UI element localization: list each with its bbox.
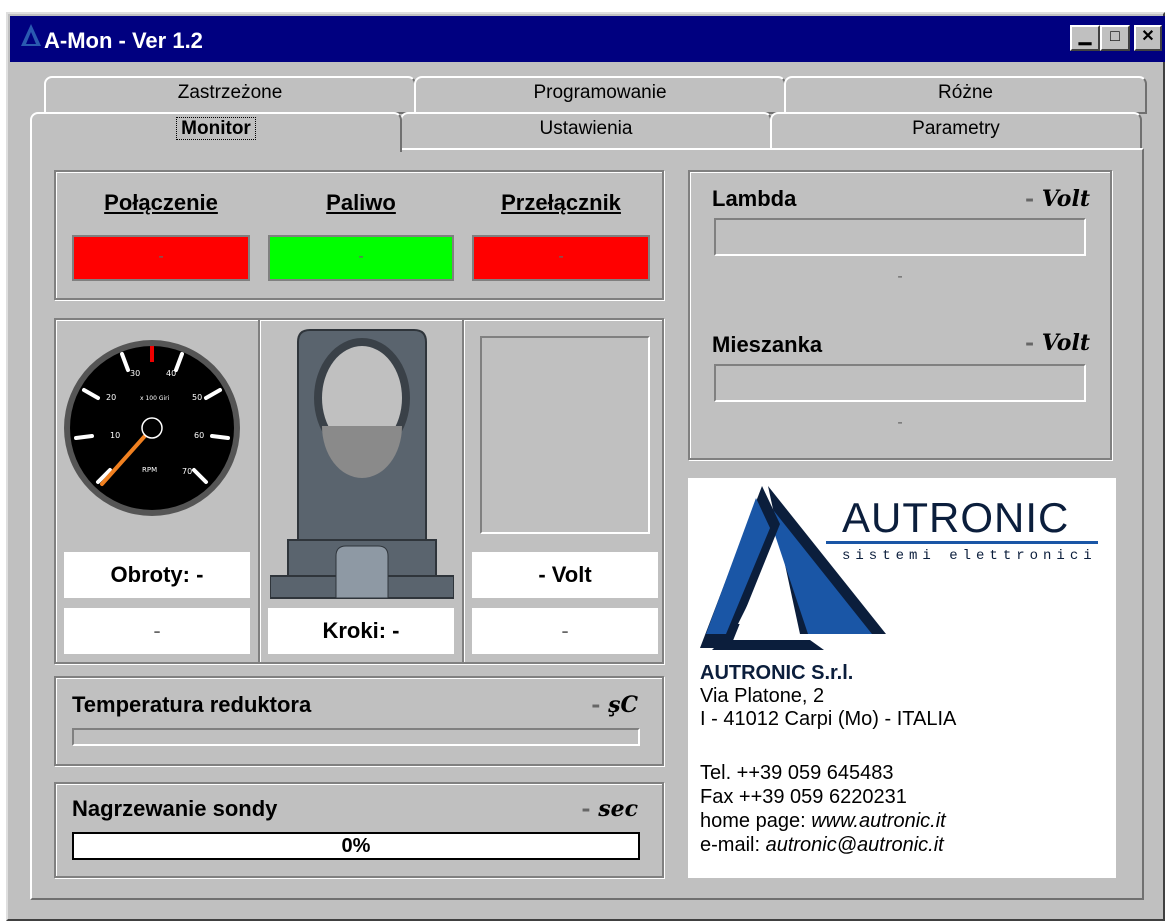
- gauge-tick-label: 10: [110, 431, 120, 440]
- close-icon: ✕: [1141, 28, 1155, 45]
- mieszanka-reading: -: [897, 414, 903, 431]
- tab-programowanie[interactable]: Programowanie: [414, 76, 786, 114]
- email-link[interactable]: autronic@autronic.it: [766, 834, 944, 856]
- gauge-tick-label: 50: [192, 393, 202, 402]
- divider: [258, 320, 260, 662]
- maximize-button[interactable]: □: [1100, 25, 1130, 51]
- gauge-tick-label: 40: [166, 369, 176, 378]
- company-tel: Tel. ++39 059 645483: [700, 762, 894, 784]
- lambda-bar: [714, 218, 1086, 256]
- lambda-unit: - Volt: [1024, 186, 1090, 212]
- window-title: A-Mon - Ver 1.2: [44, 28, 203, 53]
- obroty-box: Obroty: -: [64, 552, 250, 598]
- lambda-label: Lambda: [712, 186, 797, 211]
- tab-parametry[interactable]: Parametry: [770, 112, 1142, 150]
- tab-zastrzezone[interactable]: Zastrzeżone: [44, 76, 416, 114]
- company-address-2: I - 41012 Carpi (Mo) - ITALIA: [700, 708, 957, 730]
- homepage-link[interactable]: www.autronic.it: [811, 810, 946, 832]
- mieszanka-unit: - Volt: [1024, 330, 1090, 356]
- logo-underline: [826, 541, 1098, 544]
- polaczenie-indicator: -: [72, 235, 250, 281]
- przelacznik-indicator: -: [472, 235, 650, 281]
- mieszanka-bar: [714, 364, 1086, 402]
- display-area: [480, 336, 650, 534]
- gauge-bottom-text: RPM: [142, 466, 157, 474]
- gauge-tick-label: 30: [130, 369, 140, 378]
- obroty-value: -: [196, 562, 204, 587]
- divider: [462, 320, 464, 662]
- kroki-label: Kroki:: [322, 618, 387, 643]
- temperatura-unit: - şC: [591, 692, 638, 718]
- nagrzewanie-label: Nagrzewanie sondy: [72, 796, 278, 821]
- company-email[interactable]: e-mail: autronic@autronic.it: [700, 834, 944, 857]
- temperatura-bar: [72, 728, 640, 746]
- app-icon: [20, 22, 42, 48]
- gauge-tick-label: 60: [194, 431, 204, 440]
- stepper-motor-graphic: [269, 328, 455, 600]
- tab-rozne[interactable]: Różne: [784, 76, 1147, 114]
- tab-ustawienia[interactable]: Ustawienia: [400, 112, 772, 150]
- logo-subtitle: sistemi elettronici: [842, 548, 1097, 564]
- company-address-1: Via Platone, 2: [700, 685, 825, 707]
- volt-secondary: -: [472, 608, 658, 654]
- przelacznik-label: Przełącznik: [501, 190, 621, 215]
- gauge-tick-label: 70: [182, 467, 192, 476]
- volt-unit: Volt: [551, 562, 592, 587]
- minimize-button[interactable]: ▁: [1070, 25, 1100, 51]
- maximize-icon: □: [1110, 28, 1120, 45]
- volt-value: -: [538, 562, 546, 587]
- mieszanka-label: Mieszanka: [712, 332, 823, 357]
- polaczenie-label: Połączenie: [104, 190, 218, 215]
- temperatura-label: Temperatura reduktora: [72, 692, 312, 717]
- nagrzewanie-unit: - sec: [581, 796, 638, 822]
- minimize-icon: ▁: [1078, 28, 1092, 45]
- nagrzewanie-progress: 0%: [72, 832, 640, 860]
- close-button[interactable]: ✕: [1134, 25, 1162, 51]
- obroty-label: Obroty:: [110, 562, 190, 587]
- paliwo-label: Paliwo: [326, 190, 396, 215]
- kroki-value: -: [392, 618, 400, 643]
- lambda-reading: -: [897, 268, 903, 285]
- progress-text: 0%: [341, 835, 371, 857]
- temperatura-group: [54, 676, 664, 766]
- gauge-tick-label: 20: [106, 393, 116, 402]
- paliwo-indicator: -: [268, 235, 454, 281]
- kroki-box: Kroki: -: [268, 608, 454, 654]
- company-name: AUTRONIC S.r.l.: [700, 662, 854, 684]
- logo-name: AUTRONIC: [842, 494, 1070, 541]
- obroty-secondary: -: [64, 608, 250, 654]
- gauge-center-text: x 100 Giri: [140, 395, 170, 402]
- rpm-gauge: 10 20 30 40 50 60 70 x 100 Giri RPM: [62, 338, 242, 518]
- company-fax: Fax ++39 059 6220231: [700, 786, 907, 808]
- tab-monitor[interactable]: Monitor: [30, 112, 402, 152]
- company-homepage[interactable]: home page: www.autronic.it: [700, 810, 946, 833]
- volt-box: - Volt: [472, 552, 658, 598]
